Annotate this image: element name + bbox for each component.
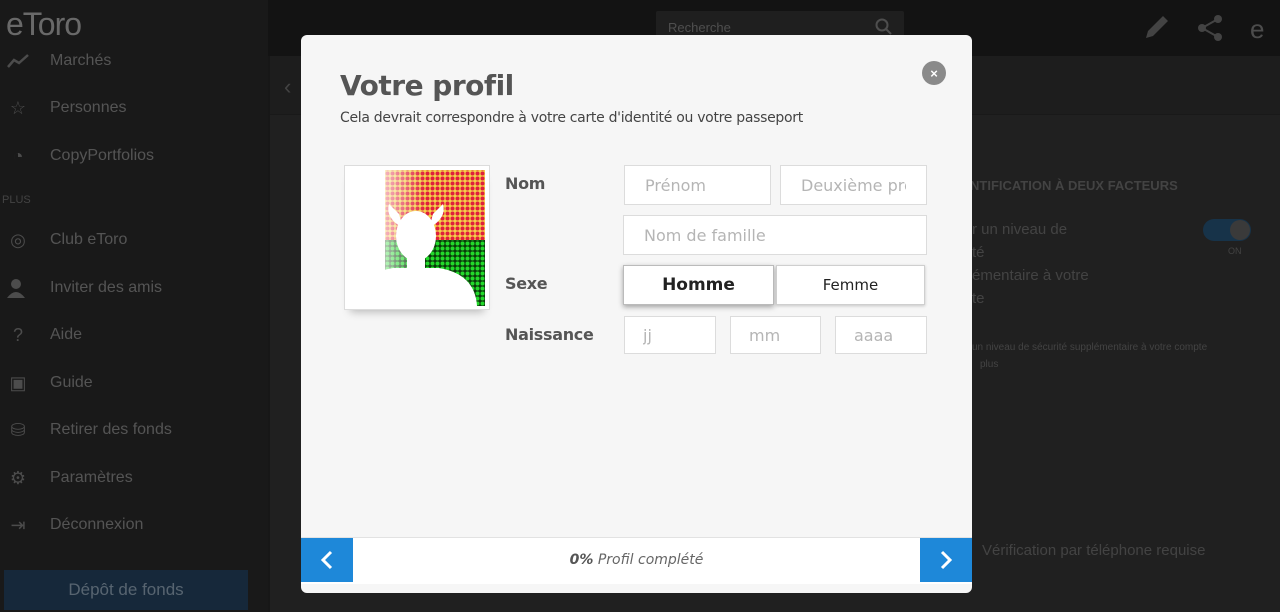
gender-female-button[interactable]: Femme: [776, 265, 925, 305]
birth-label: Naissance: [505, 325, 594, 344]
gender-label: Sexe: [505, 274, 548, 293]
modal-footer: 0% Profil complété: [301, 537, 972, 584]
profile-modal: Votre profil Cela devrait correspondre à…: [301, 35, 972, 593]
gender-male-button[interactable]: Homme: [623, 265, 774, 305]
close-button[interactable]: ×: [922, 61, 946, 85]
modal-subtitle: Cela devrait correspondre à votre carte …: [340, 110, 803, 126]
next-button[interactable]: [920, 538, 972, 582]
first-name-input[interactable]: [624, 165, 771, 205]
chevron-right-icon: [940, 550, 953, 570]
birth-month-input[interactable]: [730, 316, 821, 354]
progress-text: Profil complété: [597, 552, 704, 568]
progress-percent: 0%: [569, 552, 594, 568]
avatar-silhouette-icon: [355, 170, 485, 306]
modal-title: Votre profil: [340, 69, 514, 102]
avatar[interactable]: [344, 165, 490, 310]
middle-name-input[interactable]: [780, 165, 927, 205]
birth-day-input[interactable]: [624, 316, 716, 354]
last-name-input[interactable]: [623, 215, 927, 255]
name-label: Nom: [505, 174, 546, 193]
progress-status: 0% Profil complété: [301, 552, 972, 568]
birth-year-input[interactable]: [835, 316, 927, 354]
